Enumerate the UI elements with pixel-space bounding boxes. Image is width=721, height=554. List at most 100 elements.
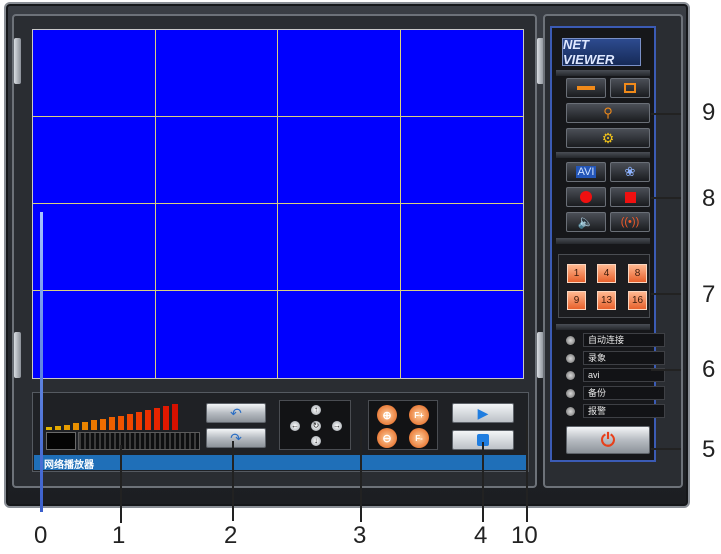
callout-line — [651, 197, 681, 199]
video-cell[interactable] — [400, 117, 523, 204]
zoom-control: ⊕ F+ ⊖ F- — [368, 400, 438, 450]
video-cell[interactable] — [33, 204, 156, 291]
screenshot-stage: ↶ ↷ ↑ ↓ ← → ↻ ⊕ F+ ⊖ F- ▶ 网络播放器 NET VIEW… — [0, 0, 721, 554]
ptz-down-icon[interactable]: ↓ — [311, 436, 321, 446]
divider — [556, 238, 650, 244]
window-button[interactable] — [610, 78, 650, 98]
callout-number: 10 — [511, 522, 538, 549]
left-bottom-handle — [14, 332, 21, 378]
callout-number: 2 — [224, 522, 238, 549]
ptz-up-icon[interactable]: ↑ — [311, 405, 321, 415]
video-cell[interactable] — [278, 204, 401, 291]
video-cell[interactable] — [278, 117, 401, 204]
callout-number: 8 — [702, 185, 716, 212]
callout-number: 9 — [702, 99, 716, 126]
callout-number: 7 — [702, 281, 716, 308]
ptz-home-icon[interactable]: ↻ — [311, 421, 321, 431]
playback-progress[interactable] — [78, 432, 200, 450]
status-label: 录象 — [583, 351, 665, 365]
divider — [556, 152, 650, 158]
divider — [556, 324, 650, 330]
window-icon — [624, 83, 636, 93]
video-grid[interactable] — [32, 29, 524, 379]
video-cell[interactable] — [155, 30, 278, 117]
play-button[interactable]: ▶ — [452, 403, 514, 423]
video-cell[interactable] — [33, 117, 156, 204]
play-icon: ▶ — [477, 404, 489, 421]
channel-layout-1[interactable]: 1 — [567, 264, 586, 283]
callout-line — [651, 293, 681, 295]
film-button[interactable]: ❀ — [610, 162, 650, 182]
ptz-right-icon[interactable]: → — [332, 421, 342, 431]
callout-number: 1 — [112, 522, 126, 549]
status-alarm: 报警 — [566, 404, 665, 418]
minimize-button[interactable] — [566, 78, 606, 98]
status-label: 报警 — [583, 404, 665, 418]
callout-number: 4 — [474, 522, 488, 549]
callout-line — [651, 448, 681, 450]
status-bar-text: 网络播放器 — [44, 460, 94, 471]
status-backup: 备份 — [566, 386, 665, 400]
avi-label: AVI — [575, 166, 597, 178]
film-reel-icon: ❀ — [624, 164, 636, 179]
zoom-out-icon[interactable]: ⊖ — [377, 428, 397, 448]
callout-number: 3 — [353, 522, 367, 549]
network-button[interactable]: ⚲ — [566, 103, 650, 123]
stop-record-button[interactable] — [610, 187, 650, 207]
back-icon: ↶ — [230, 404, 242, 421]
avi-button[interactable]: AVI — [566, 162, 606, 182]
channel-layout-13[interactable]: 13 — [597, 291, 616, 310]
video-cell[interactable] — [400, 30, 523, 117]
volume-indicator — [40, 212, 43, 512]
callout-number: 0 — [34, 522, 48, 549]
ptz-left-icon[interactable]: ← — [290, 421, 300, 431]
status-led — [566, 406, 575, 416]
alarm-icon: ((•)) — [620, 216, 640, 228]
callout-number: 6 — [702, 356, 716, 383]
status-bar: 网络播放器 — [34, 455, 528, 471]
app-logo: NET VIEWER — [562, 37, 641, 67]
status-led — [566, 335, 575, 345]
status-recording: 录象 — [566, 351, 665, 365]
status-label: 备份 — [583, 386, 665, 400]
video-cell[interactable] — [33, 30, 156, 117]
divider — [556, 70, 650, 76]
settings-button[interactable]: ⚙ — [566, 128, 650, 148]
zoom-in-icon[interactable]: ⊕ — [377, 405, 397, 425]
minimize-icon — [577, 86, 595, 90]
channel-layout-16[interactable]: 16 — [628, 291, 647, 310]
status-label: 自动连接 — [583, 333, 665, 347]
status-led — [566, 370, 575, 380]
status-led — [566, 388, 575, 398]
callout-line — [232, 441, 234, 521]
settings-gear-icon: ⚙ — [601, 129, 615, 146]
channel-layout-8[interactable]: 8 — [628, 264, 647, 283]
video-cell[interactable] — [400, 204, 523, 291]
forward-button[interactable]: ↷ — [206, 428, 266, 448]
channel-layout-9[interactable]: 9 — [567, 291, 586, 310]
power-button[interactable]: ⏻ — [566, 426, 650, 454]
speaker-button[interactable]: 🔈 — [566, 212, 606, 232]
video-cell[interactable] — [155, 117, 278, 204]
video-cell[interactable] — [278, 30, 401, 117]
back-button[interactable]: ↶ — [206, 403, 266, 423]
video-cell[interactable] — [278, 291, 401, 378]
callout-line — [651, 369, 681, 371]
callout-line — [526, 420, 528, 522]
focus-plus-icon[interactable]: F+ — [409, 405, 429, 425]
channel-layout-4[interactable]: 4 — [597, 264, 616, 283]
record-icon — [580, 191, 592, 203]
video-cell[interactable] — [33, 291, 156, 378]
callout-line — [651, 113, 681, 115]
callout-line — [360, 428, 362, 522]
status-led — [566, 353, 575, 363]
video-cell[interactable] — [155, 204, 278, 291]
record-button[interactable] — [566, 187, 606, 207]
power-icon: ⏻ — [600, 429, 616, 450]
callout-line — [120, 445, 122, 523]
video-cell[interactable] — [401, 291, 524, 378]
video-cell[interactable] — [156, 291, 278, 378]
speaker-icon: 🔈 — [577, 214, 595, 229]
alarm-button[interactable]: ((•)) — [610, 212, 650, 232]
focus-minus-icon[interactable]: F- — [409, 428, 429, 448]
